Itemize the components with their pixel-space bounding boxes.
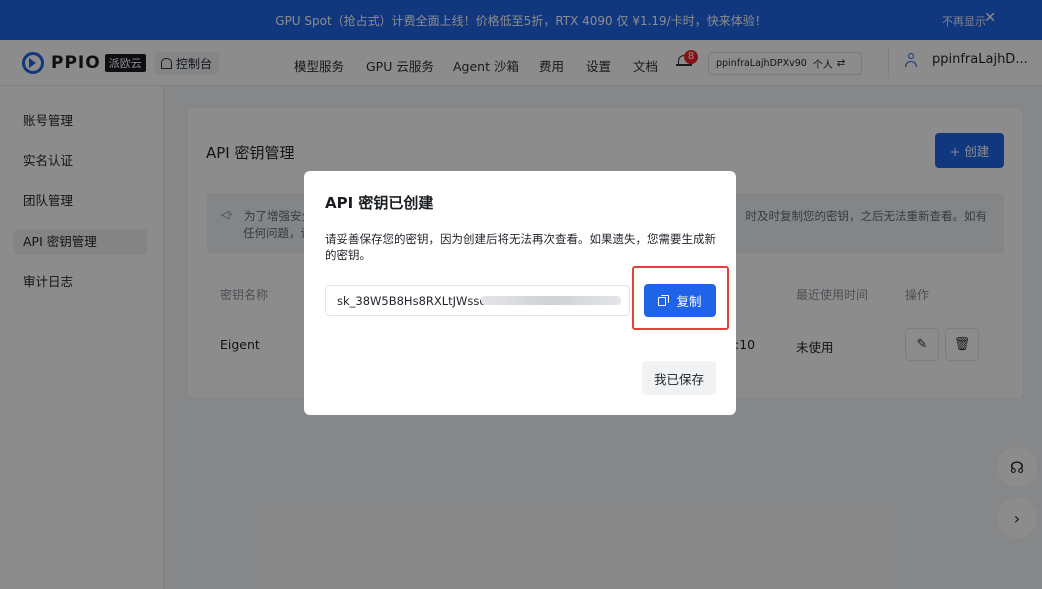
dialog-title: API 密钥已创建 [325, 194, 434, 212]
api-key-field[interactable]: sk_38W5B8Hs8RXLtJWssc [325, 285, 630, 316]
copy-button-highlight [632, 266, 729, 330]
dialog-description: 请妥善保存您的密钥，因为创建后将无法再次查看。如果遗失，您需要生成新的密钥。 [325, 232, 716, 262]
redacted-key-blur [481, 296, 621, 305]
saved-button[interactable]: 我已保存 [642, 361, 716, 395]
api-key-value: sk_38W5B8Hs8RXLtJWssc [337, 294, 486, 308]
